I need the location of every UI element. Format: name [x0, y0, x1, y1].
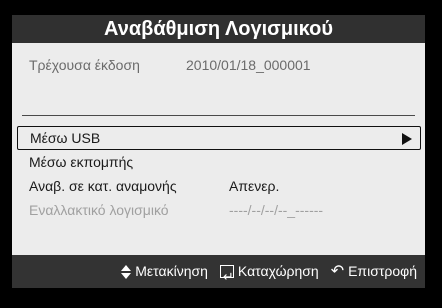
menu-item-standby-upgrade[interactable]: Αναβ. σε κατ. αναμονής Απενερ.: [17, 174, 421, 198]
dialog-title: Αναβάθμιση Λογισμικού: [12, 15, 425, 43]
hint-return: ↶ Επιστροφή: [331, 255, 417, 288]
menu-item-by-broadcast[interactable]: Μέσω εκπομπής: [17, 150, 421, 174]
upgrade-menu: Μέσω USB Μέσω εκπομπής Αναβ. σε κατ. ανα…: [17, 126, 421, 222]
menu-item-alternative-software: Εναλλακτικό λογισμικό ----/--/--/--_----…: [17, 198, 421, 222]
return-icon: ↶: [330, 263, 345, 280]
current-version-label: Τρέχουσα έκδοση: [29, 57, 140, 73]
hint-return-label: Επιστροφή: [348, 263, 417, 279]
dialog-content: Τρέχουσα έκδοση 2010/01/18_000001 Μέσω U…: [12, 43, 425, 255]
current-version-row: Τρέχουσα έκδοση 2010/01/18_000001: [29, 57, 311, 73]
menu-item-label: Μέσω USB: [30, 130, 101, 146]
hint-enter-label: Καταχώρηση: [237, 263, 319, 279]
hint-enter: Καταχώρηση: [219, 255, 319, 293]
hint-move: Μετακίνηση: [121, 255, 208, 288]
software-upgrade-dialog: Αναβάθμιση Λογισμικού Τρέχουσα έκδοση 20…: [0, 0, 442, 308]
help-bar: Μετακίνηση Καταχώρηση ↶ Επιστροφή: [12, 255, 425, 293]
menu-item-label: Εναλλακτικό λογισμικό: [29, 202, 169, 218]
menu-item-label: Μέσω εκπομπής: [29, 154, 134, 170]
menu-item-label: Αναβ. σε κατ. αναμονής: [29, 178, 177, 194]
current-version-value: 2010/01/18_000001: [186, 57, 311, 73]
enter-icon: [219, 260, 234, 293]
arrow-right-icon: [402, 133, 412, 145]
up-down-arrows-icon: [121, 264, 132, 279]
divider: [22, 115, 415, 116]
hint-move-label: Μετακίνηση: [135, 263, 208, 279]
menu-item-value: Απενερ.: [229, 178, 280, 194]
menu-item-value: ----/--/--/--_------: [229, 202, 324, 218]
menu-item-by-usb[interactable]: Μέσω USB: [17, 126, 421, 150]
